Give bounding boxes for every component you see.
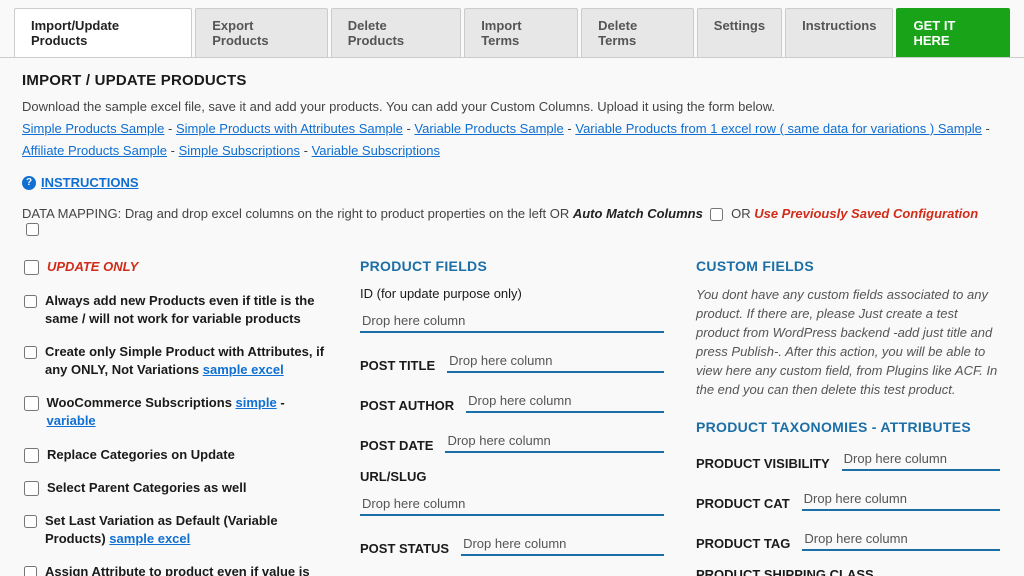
label-create-simple: Create only Simple Product with Attribut… [45, 343, 328, 379]
tab-import-update[interactable]: Import/Update Products [14, 8, 192, 57]
drop-id[interactable]: Drop here column [360, 309, 664, 333]
link-variable-sample[interactable]: Variable Products Sample [414, 121, 563, 136]
option-update-only[interactable]: UPDATE ONLY [24, 258, 328, 276]
label-update-only: UPDATE ONLY [47, 258, 138, 276]
label-product-cat: PRODUCT CAT [696, 496, 790, 511]
checkbox-woo-subs[interactable] [24, 396, 39, 411]
instructions-link-label: INSTRUCTIONS [41, 175, 139, 190]
link-variable-subs[interactable]: Variable Subscriptions [312, 143, 440, 158]
mapping-prefix: DATA MAPPING: Drag and drop excel column… [22, 206, 573, 221]
mapping-row: DATA MAPPING: Drag and drop excel column… [22, 206, 1002, 236]
label-last-var: Set Last Variation as Default (Variable … [45, 512, 328, 548]
label-select-parent: Select Parent Categories as well [47, 479, 246, 497]
option-last-var[interactable]: Set Last Variation as Default (Variable … [24, 512, 328, 548]
sample-links-row: Simple Products Sample - Simple Products… [22, 118, 1002, 162]
label-replace-cat: Replace Categories on Update [47, 446, 235, 464]
tab-import-terms[interactable]: Import Terms [464, 8, 578, 57]
product-fields-title: PRODUCT FIELDS [360, 258, 664, 274]
drop-product-tag[interactable]: Drop here column [802, 527, 1000, 551]
id-label: ID (for update purpose only) [360, 286, 664, 301]
drop-post-date[interactable]: Drop here column [445, 429, 664, 453]
label-post-title: POST TITLE [360, 358, 435, 373]
label-post-date: POST DATE [360, 438, 433, 453]
question-circle-icon: ? [22, 176, 36, 190]
auto-match-label: Auto Match Columns [573, 206, 703, 221]
drop-post-author[interactable]: Drop here column [466, 389, 664, 413]
drop-product-cat[interactable]: Drop here column [802, 487, 1000, 511]
link-affiliate-sample[interactable]: Affiliate Products Sample [22, 143, 167, 158]
tab-bar: Import/Update Products Export Products D… [0, 0, 1024, 58]
label-url-slug: URL/SLUG [360, 469, 664, 484]
checkbox-assign-attr[interactable] [24, 565, 37, 576]
link-woo-variable[interactable]: variable [47, 413, 96, 428]
label-product-tag: PRODUCT TAG [696, 536, 790, 551]
link-last-var-sample[interactable]: sample excel [109, 531, 190, 546]
prev-config-label: Use Previously Saved Configuration [754, 206, 978, 221]
drop-post-status[interactable]: Drop here column [461, 532, 664, 556]
option-replace-cat[interactable]: Replace Categories on Update [24, 446, 328, 464]
link-simple-sample[interactable]: Simple Products Sample [22, 121, 164, 136]
tab-delete-products[interactable]: Delete Products [331, 8, 461, 57]
options-column: UPDATE ONLY Always add new Products even… [24, 258, 328, 576]
taxonomies-title: PRODUCT TAXONOMIES - ATTRIBUTES [696, 419, 1000, 435]
checkbox-always-add[interactable] [24, 294, 37, 309]
option-select-parent[interactable]: Select Parent Categories as well [24, 479, 328, 497]
checkbox-update-only[interactable] [24, 260, 39, 275]
drop-post-content[interactable]: Drop here column [474, 572, 664, 576]
link-simple-subs[interactable]: Simple Subscriptions [179, 143, 300, 158]
checkbox-create-simple[interactable] [24, 345, 37, 360]
link-variable-1row-sample[interactable]: Variable Products from 1 excel row ( sam… [575, 121, 982, 136]
tab-export[interactable]: Export Products [195, 8, 328, 57]
instructions-link[interactable]: ? INSTRUCTIONS [22, 175, 139, 190]
tab-settings[interactable]: Settings [697, 8, 782, 57]
option-assign-attr[interactable]: Assign Attribute to product even if valu… [24, 563, 328, 576]
drop-url-slug[interactable]: Drop here column [360, 492, 664, 516]
drop-post-title[interactable]: Drop here column [447, 349, 664, 373]
link-simple-attr-sample[interactable]: Simple Products with Attributes Sample [176, 121, 403, 136]
drop-product-visibility[interactable]: Drop here column [842, 447, 1000, 471]
option-always-add[interactable]: Always add new Products even if title is… [24, 292, 328, 328]
label-woo-subs: WooCommerce Subscriptions simple - varia… [47, 394, 328, 430]
link-woo-simple[interactable]: simple [236, 395, 277, 410]
label-product-visibility: PRODUCT VISIBILITY [696, 456, 830, 471]
page-title: IMPORT / UPDATE PRODUCTS [22, 72, 1002, 89]
custom-fields-note: You dont have any custom fields associat… [696, 286, 1000, 399]
checkbox-replace-cat[interactable] [24, 448, 39, 463]
intro-text: Download the sample excel file, save it … [22, 99, 1002, 114]
mapping-or: OR [731, 206, 754, 221]
link-create-simple-sample[interactable]: sample excel [203, 362, 284, 377]
label-assign-attr: Assign Attribute to product even if valu… [45, 563, 328, 576]
prev-config-checkbox[interactable] [26, 223, 39, 236]
option-woo-subs[interactable]: WooCommerce Subscriptions simple - varia… [24, 394, 328, 430]
custom-fields-column: CUSTOM FIELDS You dont have any custom f… [696, 258, 1000, 576]
checkbox-select-parent[interactable] [24, 481, 39, 496]
label-post-author: POST AUTHOR [360, 398, 454, 413]
label-post-status: POST STATUS [360, 541, 449, 556]
label-always-add: Always add new Products even if title is… [45, 292, 328, 328]
label-product-shipping: PRODUCT SHIPPING CLASS [696, 567, 1000, 576]
tab-instructions[interactable]: Instructions [785, 8, 893, 57]
custom-fields-title: CUSTOM FIELDS [696, 258, 1000, 274]
tab-get-it-here[interactable]: GET IT HERE [896, 8, 1010, 57]
option-create-simple[interactable]: Create only Simple Product with Attribut… [24, 343, 328, 379]
product-fields-column: PRODUCT FIELDS ID (for update purpose on… [360, 258, 664, 576]
checkbox-last-var[interactable] [24, 514, 37, 529]
tab-delete-terms[interactable]: Delete Terms [581, 8, 694, 57]
auto-match-checkbox[interactable] [710, 208, 723, 221]
